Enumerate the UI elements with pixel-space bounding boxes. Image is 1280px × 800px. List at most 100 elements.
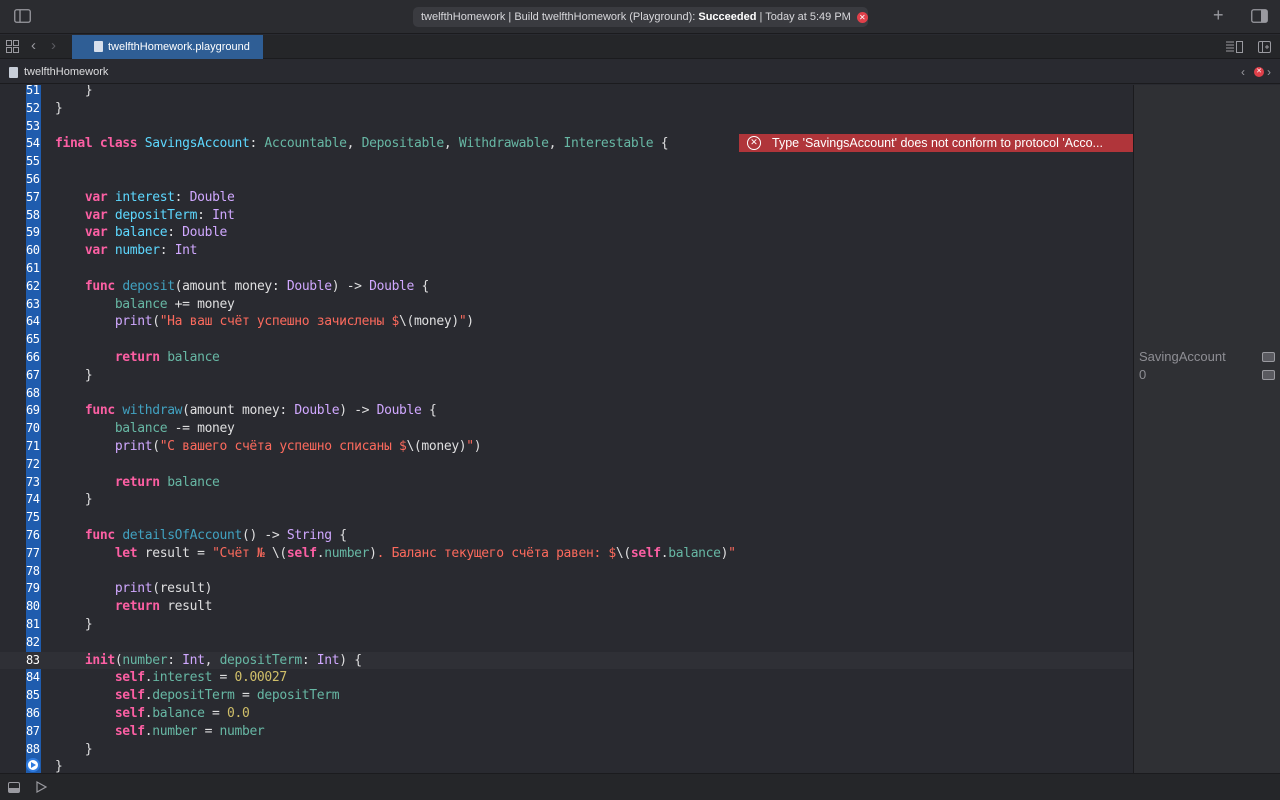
code-line[interactable]: 69 func withdraw(amount money: Double) -…: [0, 402, 1133, 420]
line-number[interactable]: 55: [26, 153, 41, 171]
inspector-toggle-icon[interactable]: [1251, 9, 1268, 26]
line-number[interactable]: 70: [26, 420, 41, 438]
sidebar-toggle-icon[interactable]: [14, 9, 31, 26]
tab-twelfthhomework-playground[interactable]: twelfthHomework.playground: [72, 35, 263, 59]
line-number[interactable]: 72: [26, 456, 41, 474]
code-line[interactable]: 67 }: [0, 367, 1133, 385]
line-number[interactable]: 79: [26, 580, 41, 598]
forward-chevron-icon[interactable]: ›: [51, 38, 56, 54]
code-line[interactable]: 61: [0, 260, 1133, 278]
play-icon[interactable]: [36, 780, 48, 796]
line-number[interactable]: 60: [26, 242, 41, 260]
code-line[interactable]: 72: [0, 456, 1133, 474]
line-number[interactable]: 69: [26, 402, 41, 420]
code-text: self.interest = 0.00027: [114, 670, 287, 686]
code-line[interactable]: 57 var interest: Double: [0, 189, 1133, 207]
split-editor-icon[interactable]: [1258, 40, 1271, 56]
line-number[interactable]: 87: [26, 723, 41, 741]
line-number[interactable]: 58: [26, 207, 41, 225]
line-number[interactable]: 78: [26, 563, 41, 581]
back-chevron-icon[interactable]: ‹: [31, 38, 36, 54]
code-editor[interactable]: 51 } 52} 53 54 final class SavingsAccount: A…: [0, 85, 1133, 773]
line-number[interactable]: 82: [26, 634, 41, 652]
plus-icon[interactable]: +: [1213, 6, 1224, 24]
code-line[interactable]: 62 func deposit(amount money: Double) ->…: [0, 278, 1133, 296]
code-line[interactable]: 64 print("На ваш счёт успешно зачислены …: [0, 313, 1133, 331]
error-badge-icon[interactable]: ✕: [856, 12, 868, 23]
line-number[interactable]: 80: [26, 598, 41, 616]
code-line[interactable]: 79 print(result): [0, 580, 1133, 598]
code-line[interactable]: 78: [0, 563, 1133, 581]
line-number[interactable]: 51: [26, 85, 41, 100]
line-number[interactable]: 54: [26, 135, 41, 153]
code-line[interactable]: 59 var balance: Double: [0, 224, 1133, 242]
line-number[interactable]: 84: [26, 669, 41, 687]
line-number[interactable]: 67: [26, 367, 41, 385]
line-number[interactable]: 73: [26, 474, 41, 492]
code-line[interactable]: 84 self.interest = 0.00027: [0, 669, 1133, 687]
line-number[interactable]: 66: [26, 349, 41, 367]
run-playground-button[interactable]: [26, 758, 40, 772]
line-number[interactable]: 71: [26, 438, 41, 456]
code-line[interactable]: 82: [0, 634, 1133, 652]
code-line[interactable]: 81 }: [0, 616, 1133, 634]
line-number[interactable]: 59: [26, 224, 41, 242]
line-number[interactable]: 64: [26, 313, 41, 331]
line-number[interactable]: 57: [26, 189, 41, 207]
line-number[interactable]: 56: [26, 171, 41, 189]
line-number[interactable]: 63: [26, 296, 41, 314]
code-line[interactable]: 71 print("С вашего счёта успешно списаны…: [0, 438, 1133, 456]
quick-look-icon[interactable]: [1262, 352, 1275, 362]
code-line[interactable]: 77 let result = "Счёт № \(self.number). …: [0, 545, 1133, 563]
line-number[interactable]: 75: [26, 509, 41, 527]
line-number[interactable]: 53: [26, 118, 41, 136]
line-number[interactable]: 74: [26, 491, 41, 509]
code-line[interactable]: 55: [0, 153, 1133, 171]
line-number[interactable]: 76: [26, 527, 41, 545]
code-line[interactable]: 58 var depositTerm: Int: [0, 207, 1133, 225]
code-line[interactable]: 86 self.balance = 0.0: [0, 705, 1133, 723]
code-line[interactable]: 52}: [0, 100, 1133, 118]
code-line[interactable]: 53: [0, 118, 1133, 136]
line-number[interactable]: 86: [26, 705, 41, 723]
code-line[interactable]: 74 }: [0, 491, 1133, 509]
code-line[interactable]: 73 return balance: [0, 474, 1133, 492]
code-line[interactable]: 85 self.depositTerm = depositTerm: [0, 687, 1133, 705]
code-line[interactable]: 66 return balance: [0, 349, 1133, 367]
code-line[interactable]: 87 self.number = number: [0, 723, 1133, 741]
line-number[interactable]: 61: [26, 260, 41, 278]
hide-debug-area-icon[interactable]: [8, 782, 20, 796]
code-line[interactable]: 88 }: [0, 741, 1133, 759]
code-line[interactable]: 51 }: [0, 85, 1133, 100]
code-line[interactable]: 76 func detailsOfAccount() -> String {: [0, 527, 1133, 545]
code-line[interactable]: 60 var number: Int: [0, 242, 1133, 260]
code-line[interactable]: 68: [0, 385, 1133, 403]
line-number[interactable]: 68: [26, 385, 41, 403]
code-line[interactable]: 63 balance += money: [0, 296, 1133, 314]
inline-error-message[interactable]: ✕ Type 'SavingsAccount' does not conform…: [739, 134, 1133, 152]
next-issue-chevron-icon[interactable]: ›: [1267, 60, 1271, 84]
code-line[interactable]: 70 balance -= money: [0, 420, 1133, 438]
code-text: print(result): [114, 581, 213, 597]
line-number[interactable]: 62: [26, 278, 41, 296]
code-line[interactable]: 80 return result: [0, 598, 1133, 616]
line-number[interactable]: 77: [26, 545, 41, 563]
line-number[interactable]: 65: [26, 331, 41, 349]
breadcrumb[interactable]: twelfthHomework: [24, 60, 108, 84]
debug-bar: [0, 773, 1280, 800]
previous-issue-chevron-icon[interactable]: ‹: [1241, 60, 1245, 84]
line-number[interactable]: 81: [26, 616, 41, 634]
quick-look-icon[interactable]: [1262, 370, 1275, 380]
line-number[interactable]: 52: [26, 100, 41, 118]
code-line[interactable]: 65: [0, 331, 1133, 349]
code-line[interactable]: }: [0, 758, 1133, 773]
code-line[interactable]: 75: [0, 509, 1133, 527]
editor-options-icon[interactable]: [1226, 40, 1243, 56]
line-number[interactable]: 88: [26, 741, 41, 759]
code-line[interactable]: 56: [0, 171, 1133, 189]
line-number[interactable]: 83: [26, 652, 41, 670]
grid-icon[interactable]: [6, 40, 19, 56]
issue-error-icon[interactable]: ✕: [1254, 67, 1264, 77]
line-number[interactable]: 85: [26, 687, 41, 705]
code-line[interactable]: 83 init(number: Int, depositTerm: Int) {: [0, 651, 1133, 670]
